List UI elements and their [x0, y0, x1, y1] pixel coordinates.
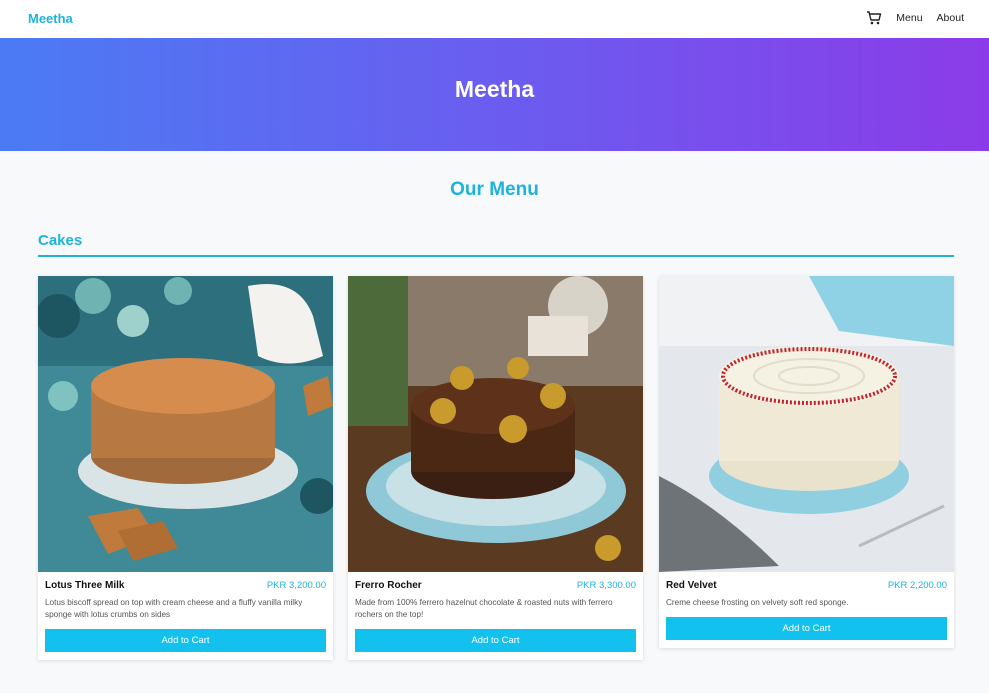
product-description: Lotus biscoff spread on top with cream c… — [45, 598, 303, 619]
product-name: Frerro Rocher — [355, 580, 422, 591]
product-name: Lotus Three Milk — [45, 580, 125, 591]
add-to-cart-button[interactable]: Add to Cart — [45, 629, 326, 652]
product-name: Red Velvet — [666, 580, 717, 591]
product-card: Red Velvet PKR 2,200.00 Creme cheese fro… — [659, 276, 954, 648]
cart-icon[interactable] — [866, 10, 882, 26]
section-title-cakes: Cakes — [38, 232, 83, 249]
product-card: Lotus Three Milk PKR 3,200.00 Lotus bisc… — [38, 276, 333, 660]
product-description: Made from 100% ferrero hazelnut chocolat… — [355, 598, 613, 619]
hero-title: Meetha — [454, 76, 535, 102]
top-navbar: Meetha Menu About — [0, 0, 989, 39]
page-title: Our Menu — [450, 179, 539, 200]
product-image-frerro-rocher — [348, 276, 643, 572]
hero-banner: Meetha — [0, 38, 989, 151]
nav-links: Menu About — [866, 10, 964, 26]
product-image-lotus-three-milk — [38, 276, 333, 572]
product-price: PKR 3,300.00 — [576, 580, 636, 591]
nav-link-about[interactable]: About — [937, 12, 964, 24]
product-price: PKR 2,200.00 — [887, 580, 947, 591]
brand-logo[interactable]: Meetha — [28, 11, 73, 26]
product-card: Frerro Rocher PKR 3,300.00 Made from 100… — [348, 276, 643, 660]
nav-link-menu[interactable]: Menu — [896, 12, 922, 24]
add-to-cart-button[interactable]: Add to Cart — [666, 617, 947, 640]
product-price: PKR 3,200.00 — [266, 580, 326, 591]
add-to-cart-button[interactable]: Add to Cart — [355, 629, 636, 652]
section-divider — [38, 255, 954, 257]
product-description: Creme cheese frosting on velvety soft re… — [666, 598, 849, 607]
product-image-red-velvet — [659, 276, 954, 572]
